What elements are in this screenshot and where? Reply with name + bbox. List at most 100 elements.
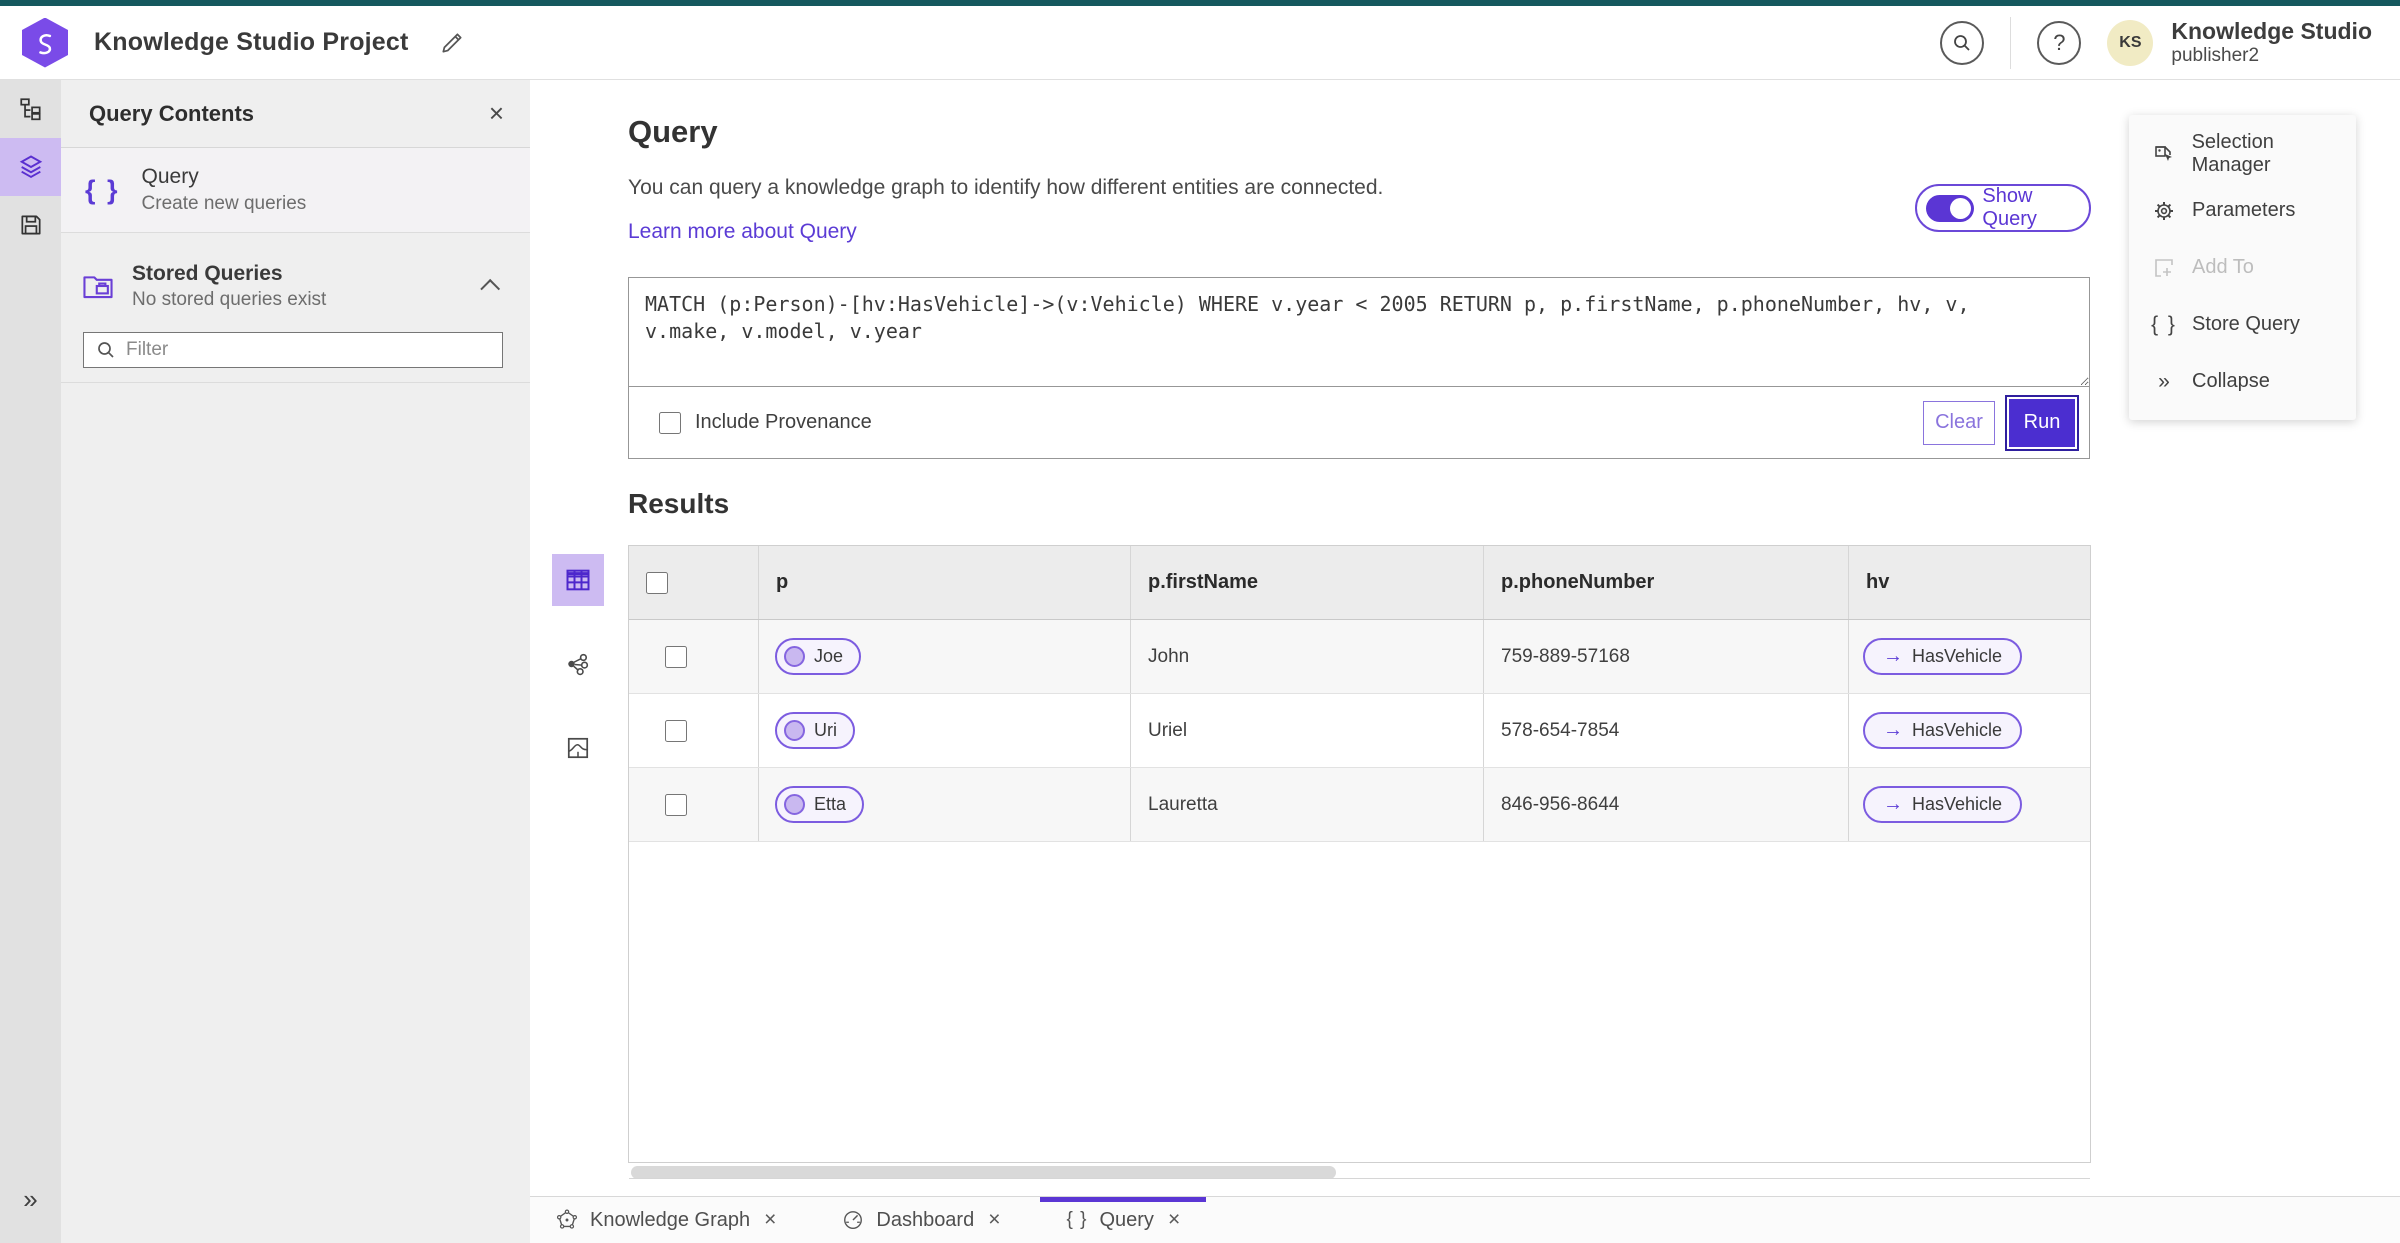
run-button[interactable]: Run <box>2005 394 2079 451</box>
user-block[interactable]: Knowledge Studio publisher2 <box>2171 18 2372 66</box>
braces-icon: { } <box>2151 312 2177 336</box>
relation-pill[interactable]: → HasVehicle <box>1863 786 2023 823</box>
table-row[interactable]: Etta Lauretta 846-956-8644 → HasVehicle <box>629 768 2090 842</box>
panel-close-button[interactable]: × <box>489 98 504 129</box>
results-title: Results <box>628 488 730 519</box>
query-item-subtitle: Create new queries <box>141 193 307 214</box>
topbar-divider <box>2010 16 2012 69</box>
help-button[interactable]: ? <box>2037 20 2082 65</box>
node-pill[interactable]: Joe <box>775 638 862 675</box>
dashboard-icon <box>842 1209 864 1231</box>
tab-knowledge-graph[interactable]: Knowledge Graph × <box>530 1197 802 1243</box>
panel-item-query[interactable]: { } Query Create new queries <box>61 148 530 233</box>
pencil-icon <box>442 32 462 53</box>
relation-arrow-icon: → <box>1883 719 1903 741</box>
node-icon <box>784 646 805 667</box>
select-all-checkbox[interactable] <box>646 571 668 594</box>
layers-icon <box>19 155 42 178</box>
rail-item-hierarchy[interactable] <box>0 80 61 138</box>
stored-queries-label: Stored Queries <box>132 261 283 285</box>
menu-item-store-query[interactable]: { } Store Query <box>2129 296 2356 353</box>
rail-item-save[interactable] <box>0 196 61 254</box>
menu-item-selection-manager[interactable]: Selection Manager <box>2129 125 2356 182</box>
toggle-knob <box>1950 197 1972 219</box>
filter-field[interactable] <box>83 332 503 368</box>
stored-queries-header[interactable]: Stored Queries No stored queries exist <box>61 250 530 322</box>
hierarchy-icon <box>19 98 41 121</box>
chevron-up-icon[interactable] <box>480 278 501 299</box>
col-header-phonenumber[interactable]: p.phoneNumber <box>1484 546 1849 619</box>
node-pill[interactable]: Uri <box>775 712 855 749</box>
table-row[interactable]: Uri Uriel 578-654-7854 → HasVehicle <box>629 694 2090 768</box>
project-title: Knowledge Studio Project <box>94 28 409 56</box>
rail-item-layers[interactable] <box>0 138 61 196</box>
cell-phone: 846-956-8644 <box>1484 768 1849 841</box>
menu-label: Add To <box>2192 256 2254 278</box>
panel-title: Query Contents <box>89 100 255 126</box>
tab-close-icon[interactable]: × <box>1168 1208 1180 1232</box>
row-checkbox[interactable] <box>665 793 687 816</box>
menu-label: Selection Manager <box>2191 130 2274 176</box>
cell-firstname: John <box>1131 620 1484 693</box>
tab-query[interactable]: { } Query × <box>1040 1197 1206 1243</box>
app-name: Knowledge Studio <box>2171 18 2372 45</box>
node-pill[interactable]: Etta <box>775 786 865 823</box>
include-provenance-checkbox[interactable] <box>659 411 681 434</box>
node-icon <box>784 720 805 741</box>
cell-phone: 578-654-7854 <box>1484 694 1849 767</box>
show-query-toggle[interactable]: Show Query <box>1915 184 2091 232</box>
result-view-switcher <box>552 554 604 806</box>
tab-close-icon[interactable]: × <box>764 1208 776 1232</box>
menu-label: Parameters <box>2192 199 2296 221</box>
avatar[interactable]: KS <box>2107 19 2154 66</box>
node-label: Etta <box>814 794 847 814</box>
menu-item-parameters[interactable]: Parameters <box>2129 182 2356 239</box>
clear-button[interactable]: Clear <box>1923 400 1995 445</box>
tab-dashboard[interactable]: Dashboard × <box>816 1197 1026 1243</box>
learn-more-link[interactable]: Learn more about Query <box>628 220 857 244</box>
braces-icon: { } <box>85 174 120 205</box>
toggle-switch[interactable] <box>1926 194 1975 222</box>
tab-label: Query <box>1099 1208 1154 1231</box>
menu-label: Store Query <box>2192 313 2300 335</box>
results-table: p p.firstName p.phoneNumber hv Joe John … <box>628 545 2091 1222</box>
double-chevron-icon: » <box>2158 369 2170 393</box>
app-logo[interactable] <box>22 17 68 68</box>
menu-item-collapse[interactable]: » Collapse <box>2129 353 2356 410</box>
graph-icon <box>568 653 589 676</box>
top-bar: Knowledge Studio Project ? KS Knowledge … <box>0 6 2400 80</box>
logo-swirl-icon <box>39 33 52 54</box>
search-button[interactable] <box>1940 20 1985 65</box>
row-checkbox[interactable] <box>665 719 687 742</box>
table-row[interactable]: Joe John 759-889-57168 → HasVehicle <box>629 620 2090 694</box>
filter-input[interactable] <box>126 339 502 361</box>
view-graph-button[interactable] <box>552 638 604 690</box>
map-icon <box>567 737 589 759</box>
tab-close-icon[interactable]: × <box>988 1208 1000 1232</box>
col-header-p[interactable]: p <box>759 546 1131 619</box>
cell-firstname: Lauretta <box>1131 768 1484 841</box>
row-checkbox[interactable] <box>665 645 687 668</box>
panel-divider <box>61 382 530 383</box>
view-map-button[interactable] <box>552 722 604 774</box>
relation-pill[interactable]: → HasVehicle <box>1863 712 2023 749</box>
tab-label: Dashboard <box>876 1208 975 1231</box>
view-table-button[interactable] <box>552 554 604 606</box>
relation-pill[interactable]: → HasVehicle <box>1863 638 2023 675</box>
stored-queries-subtitle: No stored queries exist <box>132 288 327 310</box>
query-actions-menu: Selection Manager Parameters Add To { } … <box>2129 115 2356 420</box>
relation-label: HasVehicle <box>1912 794 2003 814</box>
relation-label: HasVehicle <box>1912 720 2003 740</box>
save-icon <box>20 215 41 235</box>
panel-header: Query Contents × <box>61 80 530 148</box>
query-textarea[interactable] <box>629 278 2089 387</box>
col-header-hv[interactable]: hv <box>1849 546 2090 619</box>
col-header-firstname[interactable]: p.firstName <box>1131 546 1484 619</box>
query-contents-panel: Query Contents × { } Query Create new qu… <box>61 80 530 1243</box>
document-tab-bar: Knowledge Graph × Dashboard × { } Query … <box>530 1196 2400 1243</box>
edit-title-button[interactable] <box>439 26 473 60</box>
rail-expand-button[interactable]: » <box>0 1184 61 1215</box>
user-name: publisher2 <box>2171 44 2260 66</box>
query-editor-footer: Include Provenance Clear Run <box>629 387 2089 458</box>
page-title: Query <box>628 114 718 149</box>
